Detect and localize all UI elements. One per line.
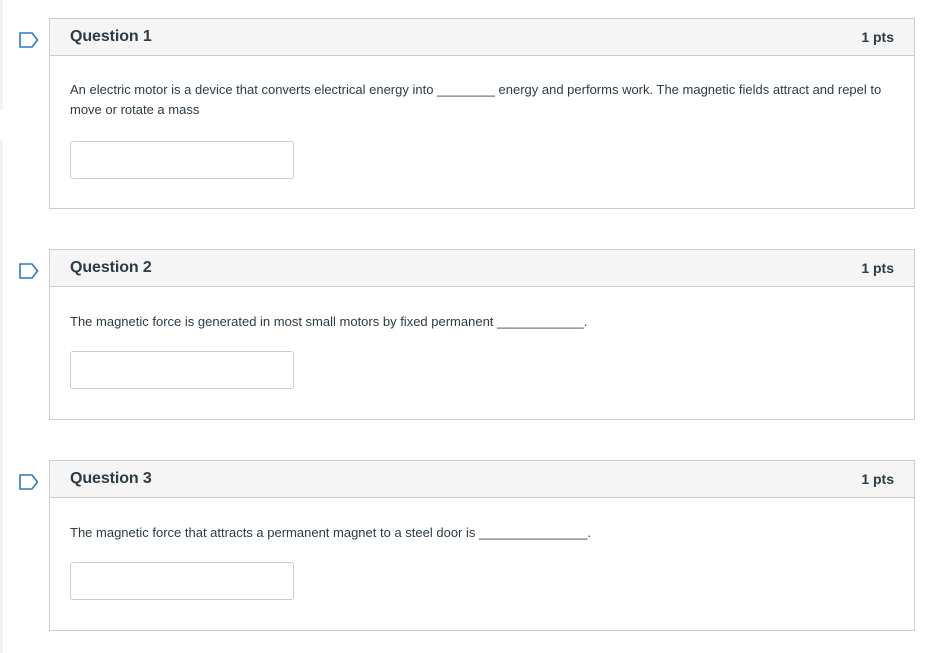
question-text: The magnetic force is generated in most … bbox=[70, 314, 588, 329]
flag-question-icon[interactable] bbox=[19, 32, 39, 48]
question-1: Question 1 1 pts An electric motor is a … bbox=[49, 18, 915, 209]
flag-question-icon[interactable] bbox=[19, 263, 39, 279]
question-header: Question 1 1 pts bbox=[50, 19, 914, 56]
answer-input[interactable] bbox=[70, 351, 294, 389]
question-text: An electric motor is a device that conve… bbox=[70, 82, 882, 117]
question-body: An electric motor is a device that conve… bbox=[50, 56, 914, 179]
left-rail bbox=[0, 140, 3, 653]
question-body: The magnetic force is generated in most … bbox=[50, 287, 914, 389]
answer-input[interactable] bbox=[70, 562, 294, 600]
question-header: Question 2 1 pts bbox=[50, 250, 914, 287]
question-body: The magnetic force that attracts a perma… bbox=[50, 498, 914, 600]
question-title: Question 3 bbox=[70, 470, 152, 487]
question-text: The magnetic force that attracts a perma… bbox=[70, 525, 592, 540]
question-2: Question 2 1 pts The magnetic force is g… bbox=[49, 249, 915, 420]
question-title: Question 1 bbox=[70, 28, 152, 45]
question-header: Question 3 1 pts bbox=[50, 461, 914, 498]
question-points: 1 pts bbox=[861, 471, 894, 487]
left-rail bbox=[0, 0, 3, 110]
question-points: 1 pts bbox=[861, 29, 894, 45]
question-3: Question 3 1 pts The magnetic force that… bbox=[49, 460, 915, 631]
question-title: Question 2 bbox=[70, 259, 152, 276]
flag-question-icon[interactable] bbox=[19, 474, 39, 490]
answer-input[interactable] bbox=[70, 141, 294, 179]
quiz-page: Question 1 1 pts An electric motor is a … bbox=[0, 0, 941, 653]
question-points: 1 pts bbox=[861, 260, 894, 276]
